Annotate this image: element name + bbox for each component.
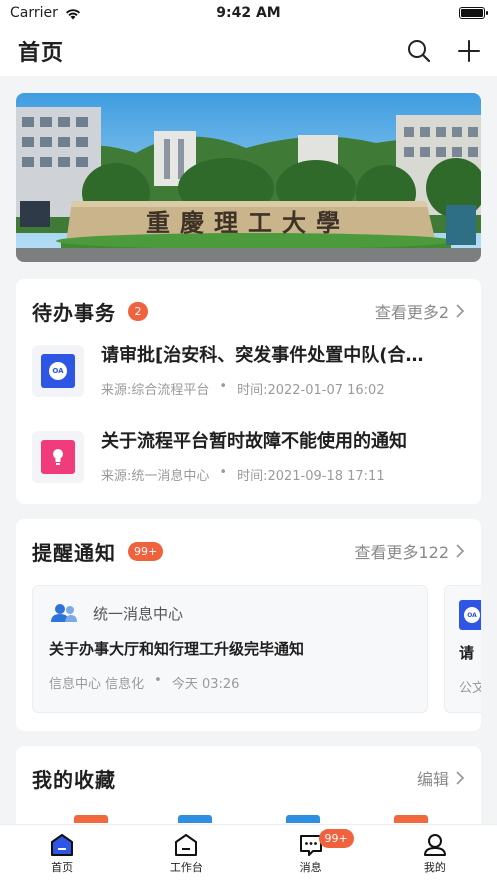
tab-label: 工作台 (169, 861, 203, 874)
reminder-count-badge: 99+ (128, 541, 164, 561)
todo-count-badge: 2 (128, 301, 148, 321)
campus-gate-photo: 重慶理工大學 (16, 93, 481, 262)
favorite-app-icon[interactable] (394, 815, 428, 823)
tab-label: 首页 (51, 861, 74, 874)
chevron-right-icon (456, 544, 465, 558)
tab-bar: 首页 工作台 消息 99+ 我的 (0, 824, 497, 883)
lightbulb-icon (53, 449, 63, 465)
page-title: 首页 (18, 41, 65, 66)
campus-banner[interactable]: 重慶理工大學 (16, 93, 481, 262)
navigation-bar: 首页 (0, 26, 497, 76)
todo-item[interactable]: 关于流程平台暂时故障不能使用的通知 来源:统一消息中心 • 时间:2021-09… (16, 429, 481, 515)
todo-item-source: 来源:统一消息中心 (101, 469, 210, 484)
search-icon[interactable] (407, 39, 431, 63)
status-bar: Carrier 9:42 AM (0, 0, 497, 26)
todo-title: 待办事务 (32, 300, 116, 325)
home-icon (51, 834, 74, 856)
reminder-item[interactable]: 统一消息中心 关于办事大厅和知行理工升级完毕通知 信息中心 信息化 • 今天 0… (32, 585, 428, 713)
favorites-edit-label: 编辑 (416, 770, 449, 789)
battery-icon (459, 7, 488, 19)
add-icon[interactable] (457, 39, 481, 63)
favorite-app-icon[interactable] (286, 815, 320, 823)
tab-label: 我的 (423, 861, 446, 874)
favorites-title: 我的收藏 (32, 767, 116, 792)
todo-item-title: 关于流程平台暂时故障不能使用的通知 (101, 431, 407, 452)
chevron-right-icon (456, 304, 465, 318)
message-count-badge: 99+ (318, 829, 354, 848)
tab-messages[interactable]: 消息 99+ (249, 825, 373, 883)
carrier-label: Carrier (10, 5, 58, 21)
oa-app-icon: OA (32, 345, 84, 397)
favorite-app-icon[interactable] (178, 815, 212, 823)
profile-icon (423, 834, 446, 856)
reminder-item-title: 关于办事大厅和知行理工升级完毕通知 (49, 640, 305, 658)
favorite-app-icon[interactable] (74, 815, 108, 823)
reminder-title: 提醒通知 (32, 540, 116, 565)
reminder-more-link[interactable]: 查看更多122 (354, 539, 465, 563)
todo-item-title: 请审批[治安科、突发事件处置中队(合… (101, 345, 424, 366)
tab-profile[interactable]: 我的 (373, 825, 497, 883)
clock: 9:42 AM (216, 5, 281, 21)
tab-workbench[interactable]: 工作台 (124, 825, 248, 883)
reminder-item-tags: 公文 (459, 681, 481, 696)
todo-item[interactable]: OA 请审批[治安科、突发事件处置中队(合… 来源:综合流程平台 • 时间:20… (16, 343, 481, 429)
lightbulb-app-icon (32, 431, 84, 483)
reminder-item-time: 今天 03:26 (171, 677, 240, 692)
favorites-edit-link[interactable]: 编辑 (417, 766, 465, 790)
todo-card: 待办事务 2 查看更多2 OA 请审批[治安科、突发事件处置中队(合… 来源:综… (16, 279, 481, 504)
gate-inscription: 重慶理工大學 (146, 208, 350, 237)
favorites-card: 我的收藏 编辑 (16, 746, 481, 836)
reminder-item[interactable]: OA 请 公文 (444, 585, 481, 713)
reminder-carousel[interactable]: 统一消息中心 关于办事大厅和知行理工升级完毕通知 信息中心 信息化 • 今天 0… (16, 583, 481, 731)
todo-item-time: 时间:2022-01-07 16:02 (237, 383, 385, 398)
workbench-icon (175, 834, 198, 856)
reminder-source: 统一消息中心 (93, 604, 184, 623)
tab-home[interactable]: 首页 (0, 825, 124, 883)
todo-more-link[interactable]: 查看更多2 (375, 299, 465, 323)
oa-app-icon: OA (459, 600, 481, 630)
reminder-item-tags: 信息中心 信息化 (49, 677, 145, 692)
reminder-card: 提醒通知 99+ 查看更多122 统一消息中心 关于办事大厅和知行理工升级完毕通… (16, 519, 481, 731)
tab-label: 消息 (299, 861, 322, 874)
todo-item-source: 来源:综合流程平台 (101, 383, 210, 398)
reminder-item-title: 请 (459, 644, 475, 662)
reminder-more-label: 查看更多122 (354, 543, 449, 562)
users-icon (51, 604, 77, 622)
todo-item-time: 时间:2021-09-18 17:11 (237, 469, 385, 484)
chevron-right-icon (456, 771, 465, 785)
todo-more-label: 查看更多2 (374, 303, 449, 322)
wifi-icon (65, 8, 80, 19)
carrier-info: Carrier (10, 5, 82, 21)
